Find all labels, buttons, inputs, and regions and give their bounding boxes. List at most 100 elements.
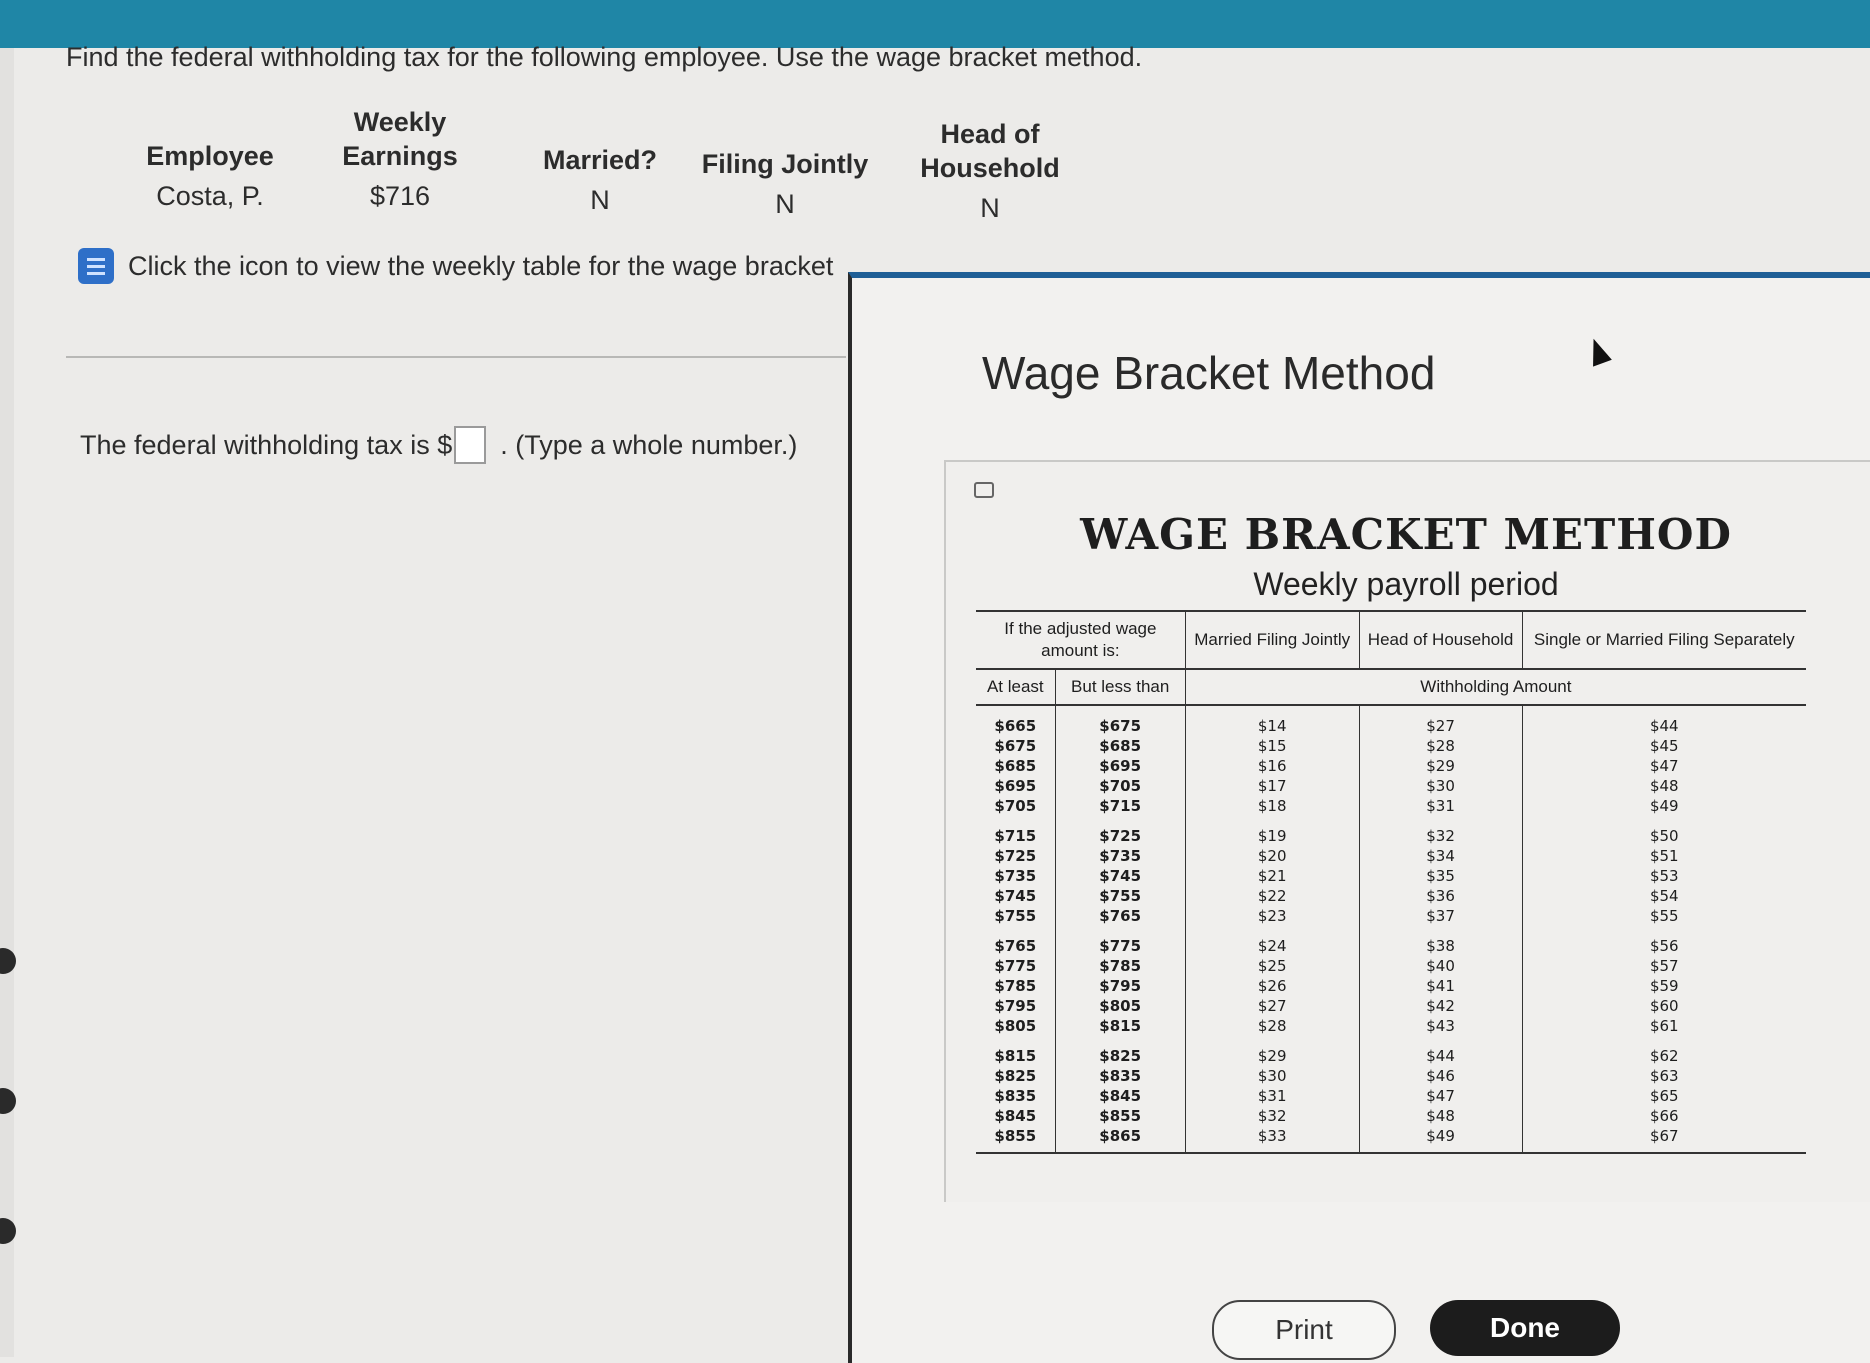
cell-but-less-than: $705	[1055, 776, 1186, 796]
cell-but-less-than: $755	[1055, 886, 1186, 906]
cell-head-of-household: $31	[1359, 796, 1523, 816]
cell-head-of-household: N	[980, 193, 1000, 223]
cell-single-or-married-sep: $60	[1649, 997, 1679, 1015]
table-row: $685 $695 $16 $29 $47	[976, 756, 1806, 776]
cell-at-least: $755	[976, 906, 1056, 926]
cell-but-less-than: $695	[1055, 756, 1186, 776]
cell-head-of-household: $27	[1359, 705, 1523, 736]
table-row: $815 $825 $29 $44 $62	[976, 1036, 1806, 1066]
print-button[interactable]: Print	[1212, 1300, 1396, 1360]
answer-input[interactable]	[454, 426, 487, 464]
cell-at-least: $815	[976, 1036, 1056, 1066]
cell-but-less-than: $675	[1055, 705, 1186, 736]
cell-single-or-married-sep: $62	[1649, 1047, 1679, 1065]
cell-at-least: $855	[976, 1126, 1056, 1154]
cell-filing-jointly: N	[775, 189, 795, 219]
cell-single-or-married-sep: $49	[1649, 797, 1679, 815]
header-married: Married?	[542, 145, 658, 175]
edge-dot-icon	[0, 948, 16, 974]
header-household: Household	[920, 153, 1060, 183]
cell-single-or-married-sep: $48	[1649, 777, 1679, 795]
hint-row: Click the icon to view the weekly table …	[78, 248, 833, 284]
hint-text: Click the icon to view the weekly table …	[128, 250, 834, 281]
table-row: $755 $765 $23 $37 $55	[976, 906, 1806, 926]
header-but-less-than: But less than	[1055, 669, 1186, 706]
cell-head-of-household: $43	[1359, 1016, 1523, 1036]
cell-at-least: $845	[976, 1106, 1056, 1126]
header-employee: Employee	[146, 141, 274, 171]
divider	[66, 356, 846, 358]
cell-head-of-household: $32	[1359, 816, 1523, 846]
cell-married-filing-jointly: $21	[1185, 866, 1360, 886]
cell-at-least: $725	[976, 846, 1056, 866]
cell-married-filing-jointly: $31	[1185, 1086, 1360, 1106]
cell-married-filing-jointly: $20	[1185, 846, 1360, 866]
col-employee: Employee Costa, P.	[130, 139, 290, 213]
cell-married: N	[590, 185, 610, 215]
cell-at-least: $675	[976, 736, 1056, 756]
cell-head-of-household: $37	[1359, 906, 1523, 926]
table-row: $725 $735 $20 $34 $51	[976, 846, 1806, 866]
mouse-cursor-icon	[1584, 335, 1612, 367]
cell-head-of-household: $40	[1359, 956, 1523, 976]
header-head-of-household: Head of Household	[1359, 610, 1523, 670]
header-head-of: Head of	[940, 119, 1040, 149]
table-row: $705 $715 $18 $31 $49	[976, 796, 1806, 816]
col-head-of-household: Head of Household N	[905, 117, 1075, 225]
cell-at-least: $785	[976, 976, 1056, 996]
cell-but-less-than: $815	[1055, 1016, 1186, 1036]
answer-row: The federal withholding tax is $ . (Type…	[80, 426, 797, 464]
cell-married-filing-jointly: $16	[1185, 756, 1360, 776]
cell-married-filing-jointly: $19	[1185, 816, 1360, 846]
cell-but-less-than: $855	[1055, 1106, 1186, 1126]
header-at-least: At least	[976, 669, 1056, 706]
cell-married-filing-jointly: $30	[1185, 1066, 1360, 1086]
cell-at-least: $835	[976, 1086, 1056, 1106]
left-edge-strip	[0, 48, 16, 1357]
table-row: $835 $845 $31 $47 $65	[976, 1086, 1806, 1106]
cell-but-less-than: $835	[1055, 1066, 1186, 1086]
wage-table-body: $665 $675 $14 $27 $44 $675 $685 $15 $28 $45 $685 $6…	[976, 705, 1806, 1154]
cell-head-of-household: $30	[1359, 776, 1523, 796]
table-row: $675 $685 $15 $28 $45	[976, 736, 1806, 756]
cell-single-or-married-sep: $63	[1649, 1067, 1679, 1085]
cell-at-least: $735	[976, 866, 1056, 886]
cell-single-or-married-sep: $45	[1649, 737, 1679, 755]
cell-at-least: $695	[976, 776, 1056, 796]
question-text: Find the federal withholding tax for the…	[66, 42, 1143, 72]
table-row: $795 $805 $27 $42 $60	[976, 996, 1806, 1016]
table-row: $775 $785 $25 $40 $57	[976, 956, 1806, 976]
table-subtitle: Weekly payroll period	[1253, 566, 1559, 602]
cell-single-or-married-sep: $51	[1649, 847, 1679, 865]
cell-married-filing-jointly: $22	[1185, 886, 1360, 906]
table-row: $665 $675 $14 $27 $44	[976, 705, 1806, 736]
cell-head-of-household: $28	[1359, 736, 1523, 756]
cell-but-less-than: $785	[1055, 956, 1186, 976]
cell-married-filing-jointly: $32	[1185, 1106, 1360, 1126]
header-married-filing-jointly: Married Filing Jointly	[1185, 610, 1360, 670]
cell-married-filing-jointly: $26	[1185, 976, 1360, 996]
answer-prefix: The federal withholding tax is $	[80, 429, 453, 460]
table-row: $745 $755 $22 $36 $54	[976, 886, 1806, 906]
edge-dot-icon	[0, 1218, 16, 1244]
window-icon[interactable]	[974, 482, 994, 498]
table-row: $845 $855 $32 $48 $66	[976, 1106, 1806, 1126]
cell-head-of-household: $29	[1359, 756, 1523, 776]
cell-head-of-household: $47	[1359, 1086, 1523, 1106]
cell-at-least: $765	[976, 926, 1056, 956]
cell-but-less-than: $805	[1055, 996, 1186, 1016]
table-row: $855 $865 $33 $49 $67	[976, 1126, 1806, 1154]
cell-head-of-household: $48	[1359, 1106, 1523, 1126]
cell-head-of-household: $42	[1359, 996, 1523, 1016]
cell-single-or-married-sep: $53	[1649, 867, 1679, 885]
table-panel: WAGE BRACKET METHOD Weekly payroll perio…	[944, 460, 1870, 1202]
cell-head-of-household: $46	[1359, 1066, 1523, 1086]
book-icon[interactable]	[78, 248, 114, 284]
popup-title: Wage Bracket Method	[982, 347, 1436, 399]
cell-married-filing-jointly: $27	[1185, 996, 1360, 1016]
done-button[interactable]: Done	[1430, 1300, 1620, 1356]
cell-married-filing-jointly: $14	[1185, 705, 1360, 736]
cell-single-or-married-sep: $54	[1649, 887, 1679, 905]
cell-but-less-than: $725	[1055, 816, 1186, 846]
cell-but-less-than: $865	[1055, 1126, 1186, 1154]
